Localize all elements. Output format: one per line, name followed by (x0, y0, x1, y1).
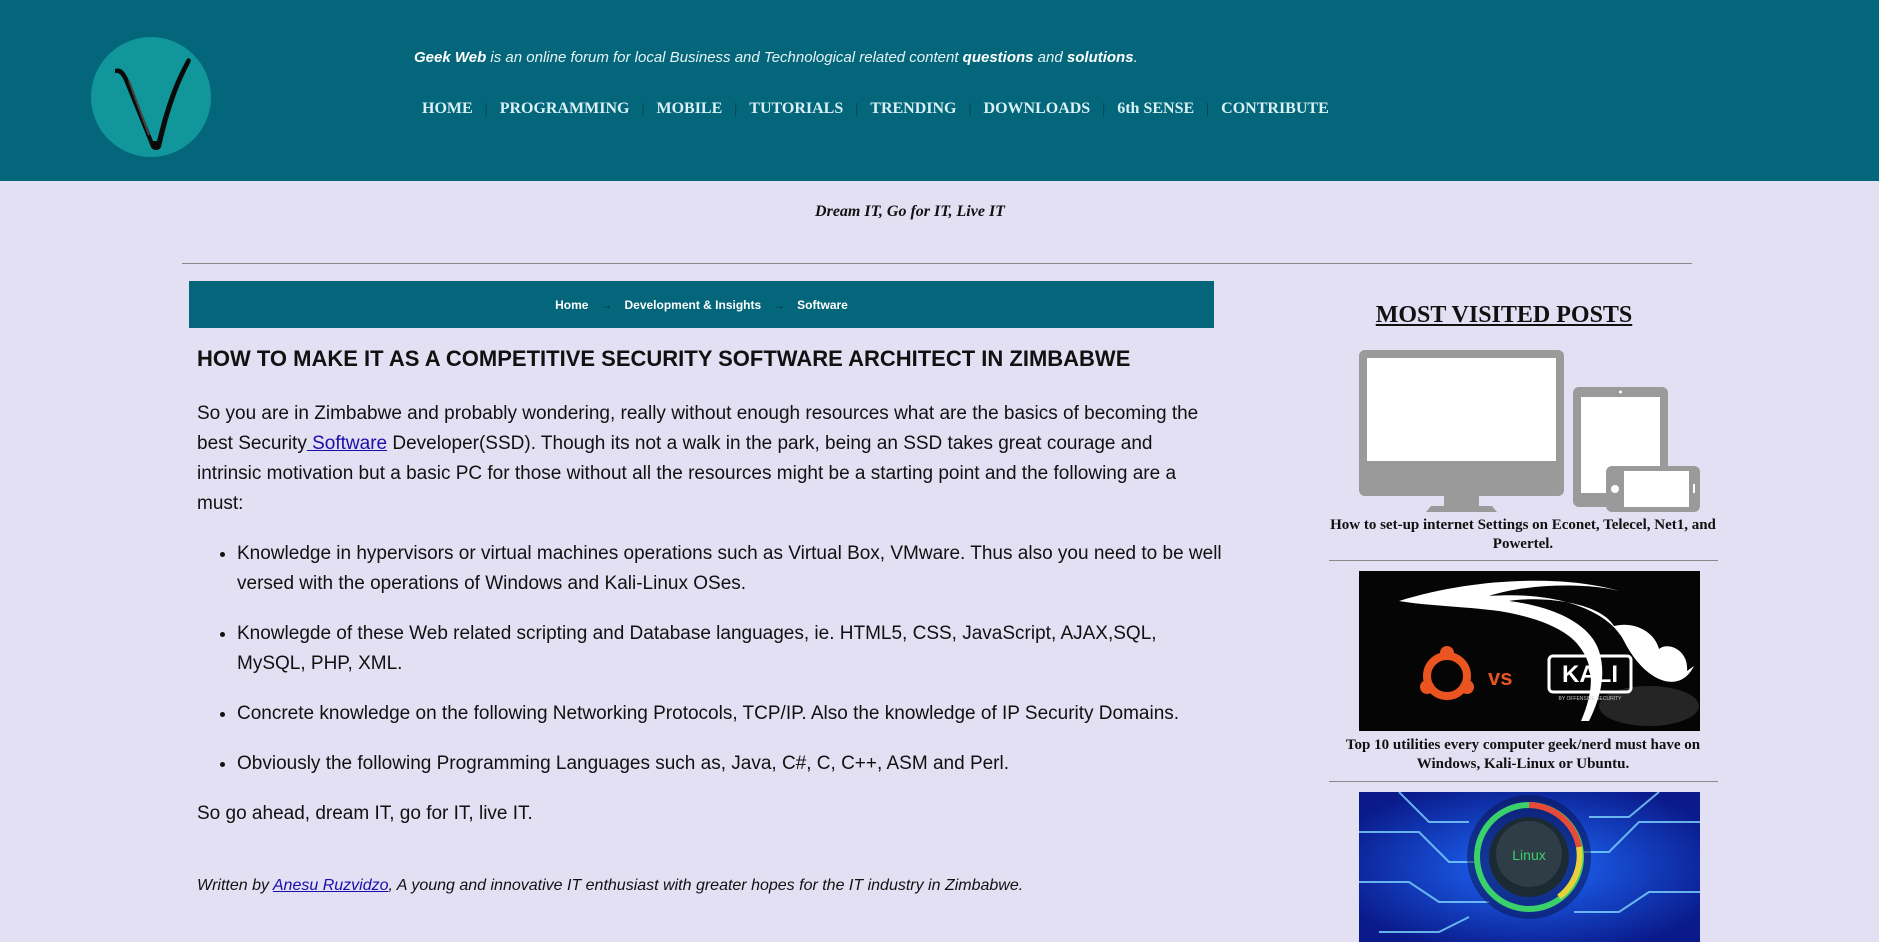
divider (1329, 560, 1718, 561)
list-item: Obviously the following Programming Lang… (237, 749, 1222, 779)
nav-home[interactable]: HOME (414, 100, 481, 118)
kali-subtitle-text: BY OFFENSIVE SECURITY (1559, 696, 1623, 702)
linux-text: Linux (1512, 847, 1545, 863)
list-item: Knowledge in hypervisors or virtual mach… (237, 539, 1222, 599)
article-author-line: Written by Anesu Ruzvidzo, A young and i… (197, 876, 1217, 896)
list-item: Concrete knowledge on the following Netw… (237, 699, 1222, 729)
nav-separator: | (968, 100, 972, 117)
main-nav: HOME | PROGRAMMING | MOBILE | TUTORIALS … (414, 98, 1337, 120)
logo-v-icon (115, 58, 191, 150)
nav-downloads[interactable]: DOWNLOADS (976, 100, 1099, 118)
nav-separator: | (734, 100, 738, 117)
requirements-list: Knowledge in hypervisors or virtual mach… (197, 539, 1222, 779)
site-logo[interactable] (91, 37, 211, 157)
tagline-text: is an online forum for local Business an… (486, 49, 963, 66)
list-item: Knowlegde of these Web related scripting… (237, 619, 1222, 679)
vs-text: vs (1488, 665, 1512, 690)
tagline-and: and (1033, 49, 1067, 66)
nav-programming[interactable]: PROGRAMMING (492, 100, 638, 118)
kali-text: KALI (1562, 661, 1618, 688)
author-link[interactable]: Anesu Ruzvidzo (273, 877, 389, 894)
nav-tutorials[interactable]: TUTORIALS (741, 100, 851, 118)
article-outro: So go ahead, dream IT, go for IT, live I… (197, 803, 533, 824)
site-header: Geek Web is an online forum for local Bu… (0, 0, 1879, 181)
ubuntu-vs-kali-image-icon[interactable]: vs KALI BY OFFENSIVE SECURITY (1359, 571, 1700, 731)
tagline-solutions: solutions (1066, 49, 1134, 66)
nav-separator: | (641, 100, 645, 117)
divider (1329, 781, 1718, 782)
nav-separator: | (484, 100, 488, 117)
site-tagline: Geek Web is an online forum for local Bu… (414, 49, 1138, 66)
breadcrumb-home[interactable]: Home (555, 298, 588, 312)
devices-illustration-icon[interactable] (1359, 350, 1700, 512)
divider (182, 263, 1692, 264)
breadcrumb-software[interactable]: Software (797, 298, 848, 312)
nav-trending[interactable]: TRENDING (862, 100, 964, 118)
nav-mobile[interactable]: MOBILE (648, 100, 730, 118)
software-link[interactable]: Software (307, 433, 387, 454)
tagline-end: . (1133, 49, 1138, 66)
nav-6th-sense[interactable]: 6th SENSE (1109, 100, 1202, 118)
post-caption-link[interactable]: How to set-up internet Settings on Econe… (1318, 516, 1728, 554)
nav-separator: | (855, 100, 859, 117)
author-suffix: , A young and innovative IT enthusiast w… (388, 877, 1024, 894)
breadcrumb-development-insights[interactable]: Development & Insights (624, 298, 761, 312)
sidebar-title: MOST VISITED POSTS (1375, 302, 1633, 328)
author-prefix: Written by (197, 877, 273, 894)
article-intro: So you are in Zimbabwe and probably wond… (197, 399, 1217, 519)
nav-separator: | (1206, 100, 1210, 117)
linux-circuit-image-icon[interactable]: Linux (1359, 792, 1700, 942)
article-title: HOW TO MAKE IT AS A COMPETITIVE SECURITY… (197, 346, 1131, 371)
article: HOW TO MAKE IT AS A COMPETITIVE SECURITY… (197, 346, 1222, 896)
breadcrumb: Home → Development & Insights → Software (189, 281, 1214, 328)
breadcrumb-arrow-icon: → (600, 297, 613, 312)
site-name: Geek Web (414, 49, 487, 66)
site-motto: Dream IT, Go for IT, Live IT (815, 203, 1005, 220)
tagline-questions: questions (962, 49, 1034, 66)
nav-separator: | (1102, 100, 1106, 117)
post-caption-link[interactable]: Top 10 utilities every computer geek/ner… (1318, 736, 1728, 774)
breadcrumb-arrow-icon: → (773, 297, 786, 312)
nav-contribute[interactable]: CONTRIBUTE (1213, 100, 1337, 118)
